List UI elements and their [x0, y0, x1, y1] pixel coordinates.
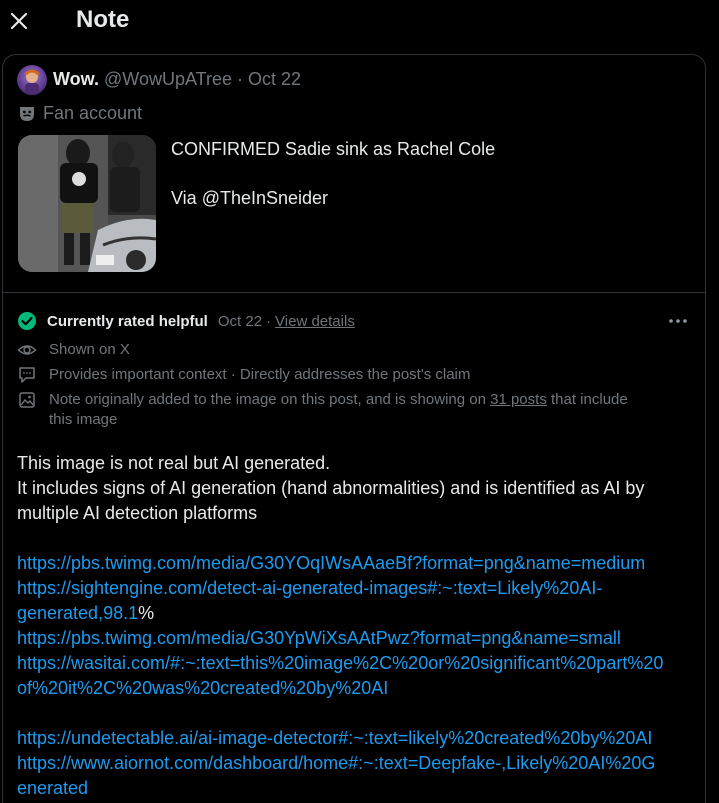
percent-sign: % [138, 603, 155, 623]
post-author-line: Wow. @WowUpATree · Oct 22 [53, 69, 301, 90]
source-link[interactable]: https://pbs.twimg.com/media/G30YOqIWsAAa… [17, 551, 697, 576]
post-text: CONFIRMED Sadie sink as Rachel Cole Via … [171, 137, 495, 210]
source-link[interactable]: https://pbs.twimg.com/media/G30YpWiXsAAt… [17, 626, 697, 651]
source-link[interactable]: enerated [17, 776, 697, 801]
image-note-text: this image [49, 411, 118, 428]
reasons-label: Provides important context · Directly ad… [49, 366, 471, 383]
post-text-line: CONFIRMED Sadie sink as Rachel Cole [171, 139, 496, 159]
comment-icon [19, 367, 35, 383]
image-note-text: that include [546, 391, 628, 408]
posts-count-link[interactable]: 31 posts [490, 391, 547, 408]
status-label: Currently rated helpful [47, 312, 208, 330]
more-icon [669, 319, 687, 323]
check-circle-icon [18, 312, 36, 330]
source-link[interactable]: of%20it%2C%20was%20created%20by%20AI [17, 676, 697, 701]
source-link[interactable]: https://www.aiornot.com/dashboard/home#:… [17, 751, 697, 776]
post-card[interactable]: Wow. @WowUpATree · Oct 22 Fan account CO… [2, 54, 706, 292]
close-icon [10, 12, 28, 30]
shown-on-label: Shown on X [49, 341, 130, 358]
eye-icon [17, 345, 37, 355]
source-link[interactable]: https://wasitai.com/#:~:text=this%20imag… [17, 651, 697, 676]
close-button[interactable] [6, 6, 32, 36]
page-title: Note [76, 6, 130, 33]
note-status-row: Currently rated helpful Oct 22 · View de… [17, 311, 355, 331]
header-bar: Note [0, 0, 719, 44]
image-note-text: Note originally added to the image on th… [49, 391, 491, 408]
reasons-row: Provides important context · Directly ad… [17, 365, 470, 385]
avatar[interactable] [17, 65, 47, 95]
author-name[interactable]: Wow. [53, 69, 99, 89]
source-link[interactable]: https://undetectable.ai/ai-image-detecto… [17, 726, 697, 751]
note-text-line: It includes signs of AI generation (hand… [17, 478, 645, 498]
post-text-line: Via @TheInSneider [171, 188, 329, 208]
source-link[interactable]: https://sightengine.com/detect-ai-genera… [17, 576, 697, 601]
separator-dot: · [266, 312, 272, 330]
note-text-line: multiple AI detection platforms [17, 503, 258, 523]
more-options-button[interactable] [667, 311, 689, 331]
note-date: Oct 22 [217, 312, 263, 330]
image-icon [19, 392, 35, 408]
account-badge: Fan account [17, 103, 142, 124]
image-note-row: Note originally added to the image on th… [17, 390, 628, 430]
post-date[interactable]: Oct 22 [248, 69, 301, 89]
note-text-line: This image is not real but AI generated. [17, 453, 331, 473]
view-details-link[interactable]: View details [275, 313, 355, 330]
post-image[interactable] [18, 135, 156, 272]
note-body: This image is not real but AI generated.… [17, 451, 697, 801]
shown-on-row: Shown on X [17, 340, 130, 360]
author-handle[interactable]: @WowUpATree [104, 69, 232, 89]
theater-mask-icon [20, 106, 34, 121]
badge-label: Fan account [43, 103, 143, 123]
date-separator: · [231, 69, 248, 89]
community-note-card: Currently rated helpful Oct 22 · View de… [2, 292, 706, 803]
source-link[interactable]: generated,98.1 [17, 603, 138, 623]
